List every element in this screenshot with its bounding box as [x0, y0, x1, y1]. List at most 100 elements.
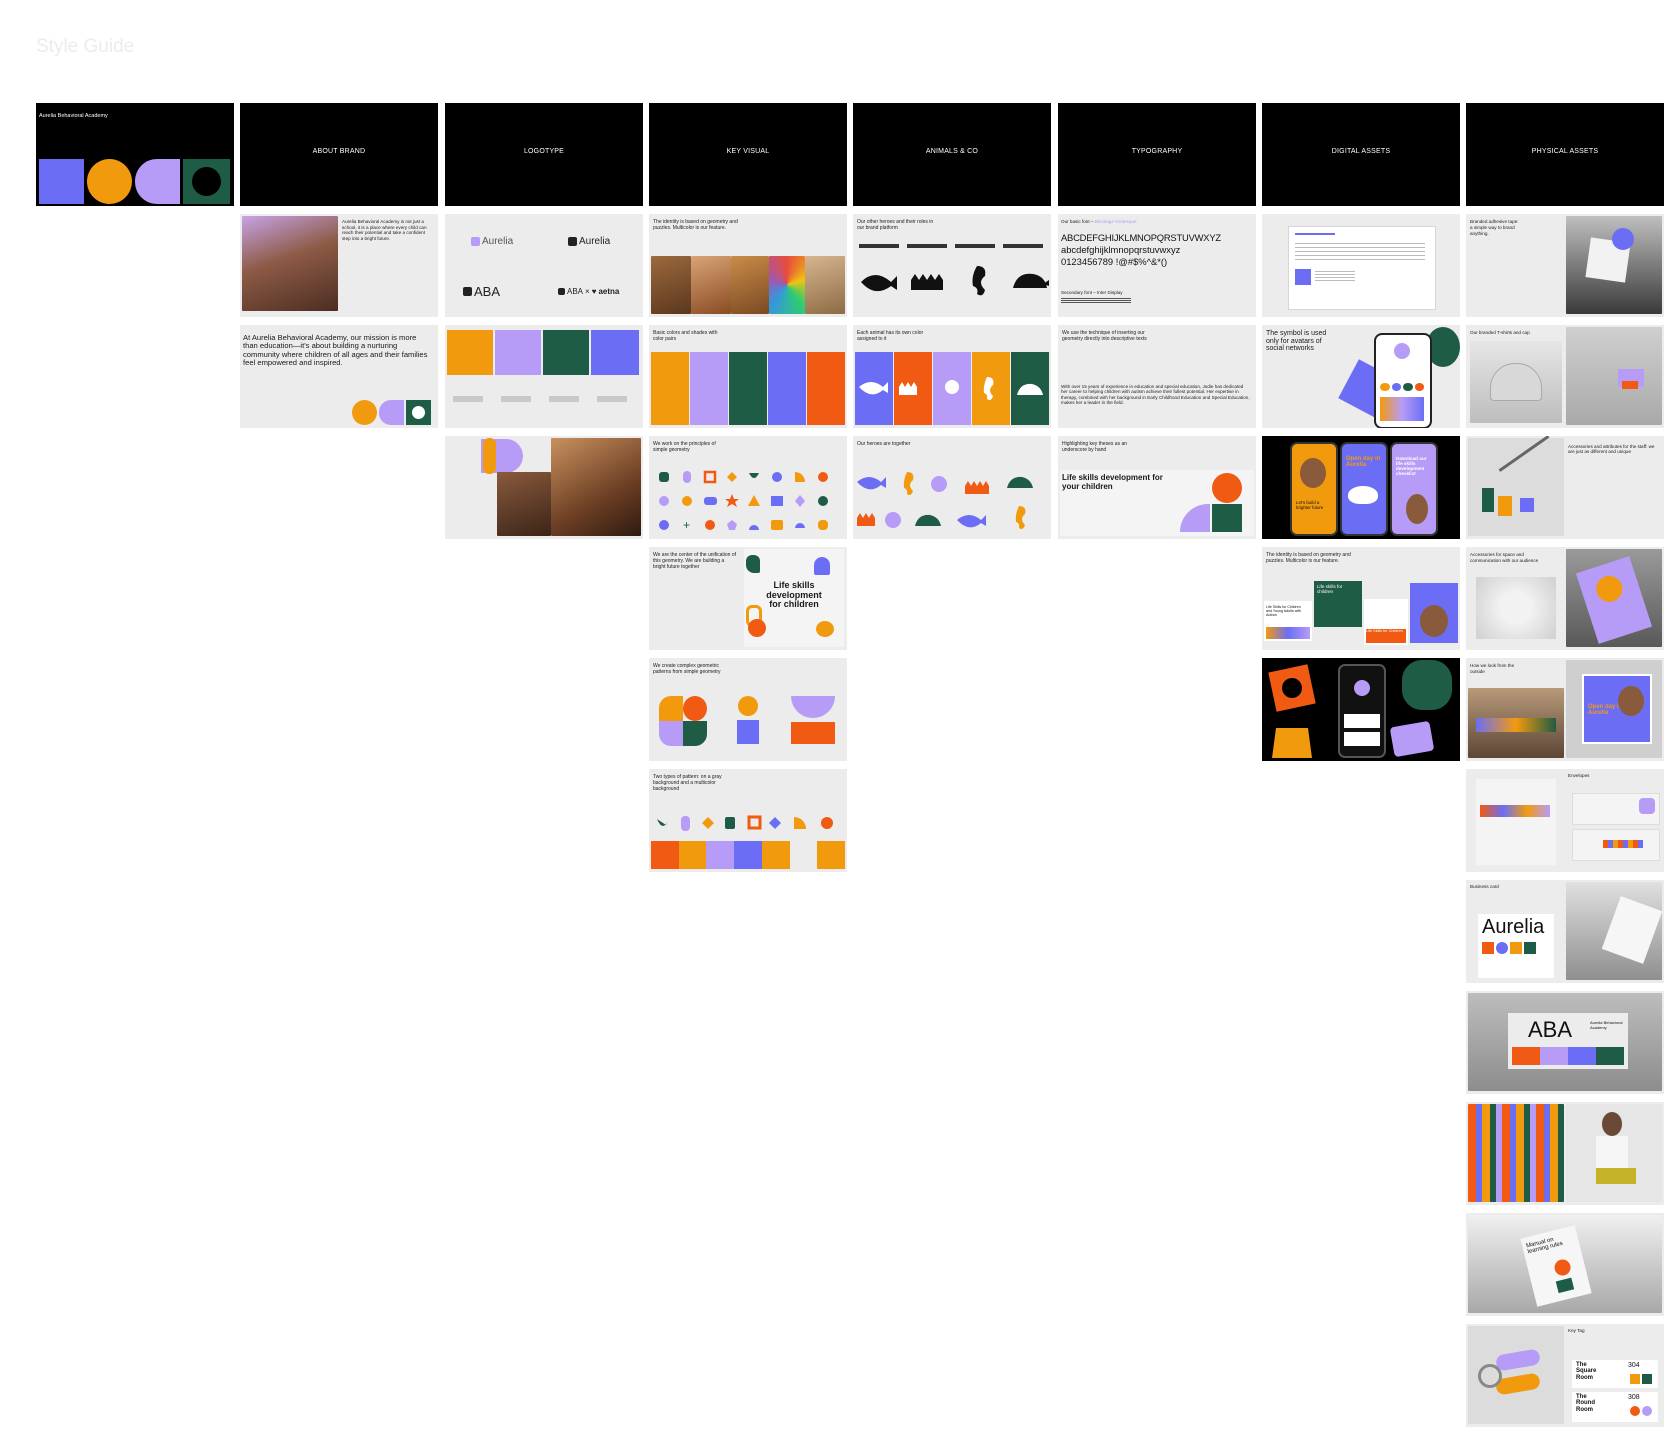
board-digital-email[interactable] — [1262, 214, 1460, 317]
board-keyvisual-geometry[interactable]: We work on the principles of simple geom… — [649, 436, 847, 539]
banner-1-text: Life skills for children — [1317, 584, 1343, 594]
board-physical-envelopes[interactable]: Envelopes — [1466, 769, 1664, 872]
sign-sub: Aurelia Behavioral Academy — [1590, 1020, 1623, 1030]
pattern-c — [789, 696, 837, 746]
board-digital-avatars[interactable]: The symbol is used only for avatars of s… — [1262, 325, 1460, 428]
section-title-key-visual: KEY VISUAL — [726, 148, 770, 155]
board-animals-colors[interactable]: Each animal has its own color assigned t… — [853, 325, 1051, 428]
board-physical-people[interactable] — [1466, 1102, 1664, 1205]
cover-ring-square — [183, 159, 230, 204]
logo-aba-text: ABA — [474, 284, 501, 299]
aurelia-symbol-icon — [568, 237, 577, 246]
board-about-intro[interactable]: Aurelia Behavioral Academy is not just a… — [240, 214, 438, 317]
board-animals-title[interactable]: ANIMALS & CO — [853, 103, 1051, 206]
poster-hand-photo — [1566, 549, 1662, 647]
font-label: Our basic font – — [1061, 219, 1094, 224]
puzzle-photo-2 — [691, 256, 731, 314]
dino-icon — [911, 274, 943, 290]
room-1-name: The Square Room — [1576, 1362, 1597, 1381]
life-green-square — [1212, 504, 1242, 532]
room-tag-2: The Round Room 308 — [1572, 1392, 1658, 1422]
board-digital-banners[interactable]: The identity is based on geometry and pu… — [1262, 547, 1460, 650]
sweater-photo — [1468, 1104, 1564, 1202]
phone-2-text: Open day in Aurelia — [1346, 456, 1381, 469]
animal-white-silhouettes — [859, 377, 1043, 400]
mother-child-photo — [551, 438, 641, 536]
color-bar-red — [807, 352, 845, 425]
envelope-2 — [1572, 829, 1660, 861]
board-typography-technique[interactable]: We use the technique of inserting our ge… — [1058, 325, 1256, 428]
color-bar-orange — [651, 352, 689, 425]
about-intro-text: Aurelia Behavioral Academy is not just a… — [342, 219, 427, 241]
board-physical-space[interactable]: Accessories for space and communication … — [1466, 547, 1664, 650]
board-keyvisual-title[interactable]: KEY VISUAL — [649, 103, 847, 206]
logo-name-dark: Aurelia — [579, 236, 611, 247]
geometry-row-3: + — [659, 518, 828, 532]
board-physical-sign[interactable]: ABA Aurelia Behavioral Academy — [1466, 991, 1664, 1094]
physical-envelopes-text: Envelopes — [1568, 773, 1590, 778]
cobrand-times: × — [585, 287, 590, 296]
board-logotype-colors[interactable] — [445, 325, 643, 428]
board-keyvisual-identity[interactable]: The identity is based on geometry and pu… — [649, 214, 847, 317]
board-physical-key-tag[interactable]: Key Tag The Square Room 304 The Round Ro… — [1466, 1324, 1664, 1427]
color-bar-green — [729, 352, 767, 425]
card-stand-photo — [1566, 882, 1663, 980]
board-physical-outside[interactable]: How we look from the outside Open day in… — [1466, 658, 1664, 761]
board-physical-title[interactable]: PHYSICAL ASSETS — [1466, 103, 1664, 206]
sign-board: ABA Aurelia Behavioral Academy — [1508, 1013, 1628, 1069]
board-typography-highlight[interactable]: Highlighting key theses as an underscore… — [1058, 436, 1256, 539]
board-about-mission[interactable]: At Aurelia Behavioral Academy, our missi… — [240, 325, 438, 428]
cover-circle — [87, 159, 132, 204]
board-keyvisual-colors[interactable]: Basic colors and shades with color pairs — [649, 325, 847, 428]
board-about-title[interactable]: ABOUT BRAND — [240, 103, 438, 206]
board-logotype-photo[interactable] — [445, 436, 643, 539]
board-digital-phones[interactable]: Let's build a brighter future Open day i… — [1262, 436, 1460, 539]
lanyard-photo — [1468, 436, 1564, 536]
poster-circle — [816, 621, 834, 637]
banner-2: Life Skills for Children and Young Adult… — [1264, 601, 1312, 641]
mission-ring — [406, 400, 431, 425]
board-logotype-versions[interactable]: Aurelia Aurelia ABA ABA × ♥ aetna — [445, 214, 643, 317]
tshirt-photo — [1566, 327, 1662, 425]
board-digital-title[interactable]: DIGITAL ASSETS — [1262, 103, 1460, 206]
board-typography-title[interactable]: TYPOGRAPHY — [1058, 103, 1256, 206]
logo-aba: ABA — [463, 284, 500, 299]
board-physical-manual[interactable]: Manual on learning rules — [1466, 1213, 1664, 1316]
physical-merch-text: Our branded T-shirts and cap — [1470, 330, 1530, 335]
section-title-typography: TYPOGRAPHY — [1131, 148, 1183, 155]
family-photo — [497, 472, 551, 536]
board-typography-font[interactable]: Our basic font – Bricolage Grotesque ABC… — [1058, 214, 1256, 317]
board-keyvisual-patterns[interactable]: Two types of pattern: on a gray backgrou… — [649, 769, 847, 872]
app-green-cloud — [1402, 660, 1452, 710]
board-physical-accessories[interactable]: Accessories and attributes for the staff… — [1466, 436, 1664, 539]
phone-mockup — [1374, 333, 1432, 428]
life-lilac-quarter — [1180, 504, 1210, 532]
room-2-number: 308 — [1628, 1394, 1640, 1401]
board-animals-together[interactable]: Our heroes are together — [853, 436, 1051, 539]
card-name: Aurelia — [1482, 916, 1545, 938]
board-keyvisual-center[interactable]: We are the center of the unification of … — [649, 547, 847, 650]
keyvisual-center-text: We are the center of the unification of … — [653, 552, 737, 570]
app-lilac-puzzle — [1389, 720, 1435, 758]
model-photo — [1566, 1104, 1662, 1202]
puzzle-photo-1 — [651, 256, 691, 314]
secondary-font: Secondary font – Inter Display — [1061, 290, 1123, 295]
page-title: Style Guide — [36, 36, 135, 57]
board-keyvisual-complex[interactable]: We create complex geometric patterns fro… — [649, 658, 847, 761]
heart-icon: ♥ — [591, 287, 597, 296]
cap-photo — [1470, 341, 1562, 423]
board-logotype-title[interactable]: LOGOTYPE — [445, 103, 643, 206]
color-bar-lilac — [690, 352, 728, 425]
board-physical-tape[interactable]: Branded adhesive tape: a simple way to b… — [1466, 214, 1664, 317]
mission-circle — [352, 400, 377, 425]
logo-tile-blue — [591, 330, 639, 375]
board-digital-app[interactable] — [1262, 658, 1460, 761]
manual-text: Manual on learning rules — [1525, 1236, 1564, 1256]
board-animals-heroes[interactable]: Our other heroes and their roles in our … — [853, 214, 1051, 317]
board-physical-business-card[interactable]: Business card Aurelia — [1466, 880, 1664, 983]
logo-tile-lilac — [495, 330, 541, 375]
board-physical-merch[interactable]: Our branded T-shirts and cap — [1466, 325, 1664, 428]
phone-3-text: Download our life skills development che… — [1396, 456, 1427, 476]
board-cover[interactable]: Aurelia Behavioral Academy — [36, 103, 234, 206]
cover-square — [39, 159, 84, 204]
